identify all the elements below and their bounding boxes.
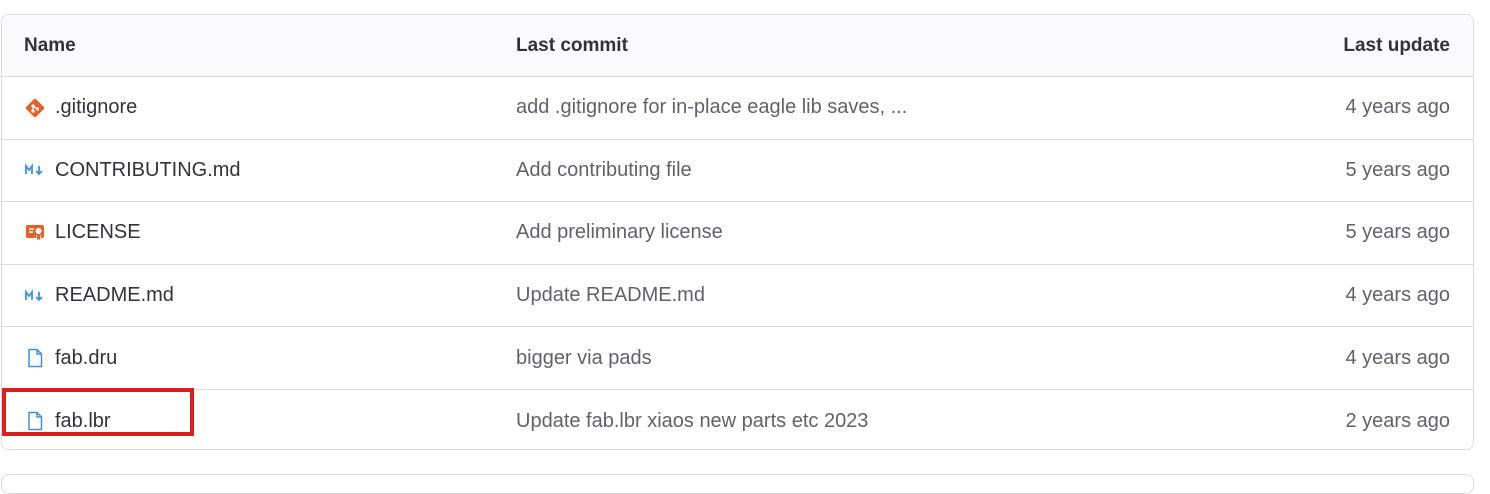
next-panel-edge (1, 474, 1474, 494)
header-last-commit: Last commit (516, 34, 628, 56)
file-link-license[interactable]: LICENSE (55, 221, 141, 244)
file-icon (24, 410, 46, 432)
last-update-date: 4 years ago (1345, 346, 1450, 369)
commit-message[interactable]: Update README.md (516, 284, 705, 307)
commit-message[interactable]: Update fab.lbr xiaos new parts etc 2023 (516, 410, 868, 433)
table-row: .gitignore add .gitignore for in-place e… (2, 77, 1473, 140)
file-link-contributing[interactable]: CONTRIBUTING.md (55, 159, 241, 182)
last-update-date: 4 years ago (1345, 284, 1450, 307)
file-link-fab-dru[interactable]: fab.dru (55, 347, 117, 370)
table-row: LICENSE Add preliminary license 5 years … (2, 202, 1473, 265)
file-link-readme[interactable]: README.md (55, 284, 174, 307)
header-last-update: Last update (1343, 34, 1450, 56)
last-update-date: 4 years ago (1345, 96, 1450, 119)
commit-message[interactable]: Add contributing file (516, 159, 692, 182)
git-icon (24, 97, 46, 119)
last-update-date: 5 years ago (1345, 221, 1450, 244)
table-row: README.md Update README.md 4 years ago (2, 265, 1473, 328)
markdown-icon (24, 159, 46, 181)
license-icon (24, 222, 46, 244)
file-table: Name Last commit Last update .gitignore … (1, 14, 1474, 450)
header-name: Name (24, 34, 76, 56)
commit-message[interactable]: bigger via pads (516, 347, 652, 370)
table-row: fab.dru bigger via pads 4 years ago (2, 327, 1473, 390)
file-icon (24, 347, 46, 369)
last-update-date: 5 years ago (1345, 158, 1450, 181)
file-link-fab-lbr[interactable]: fab.lbr (55, 410, 111, 433)
last-update-date: 2 years ago (1345, 409, 1450, 432)
file-link-gitignore[interactable]: .gitignore (55, 96, 137, 119)
table-row: fab.lbr Update fab.lbr xiaos new parts e… (2, 390, 1473, 449)
markdown-icon (24, 285, 46, 307)
commit-message[interactable]: Add preliminary license (516, 221, 723, 244)
table-row: CONTRIBUTING.md Add contributing file 5 … (2, 140, 1473, 203)
commit-message[interactable]: add .gitignore for in-place eagle lib sa… (516, 96, 907, 119)
table-header: Name Last commit Last update (2, 15, 1473, 77)
